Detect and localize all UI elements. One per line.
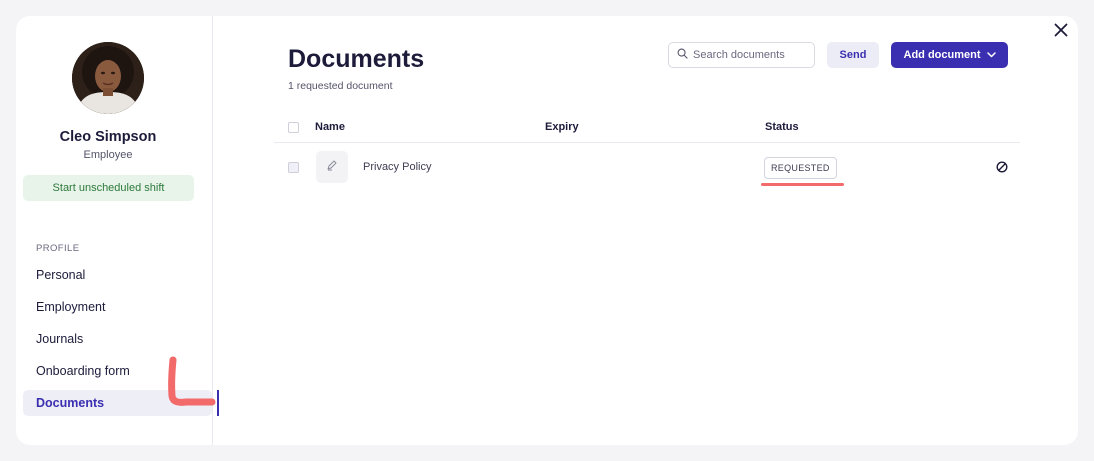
send-button[interactable]: Send — [827, 42, 879, 68]
add-document-button[interactable]: Add document — [891, 42, 1008, 68]
page-subtitle: 1 requested document — [288, 80, 393, 92]
profile-modal: Cleo Simpson Employee Start unscheduled … — [16, 16, 1078, 445]
chevron-down-icon — [986, 49, 996, 61]
add-document-label: Add document — [903, 49, 981, 61]
profile-section-label: PROFILE — [36, 243, 80, 254]
close-icon[interactable] — [1050, 19, 1072, 41]
column-header-status[interactable]: Status — [765, 121, 799, 133]
page-title: Documents — [288, 45, 425, 73]
search-icon — [677, 46, 688, 64]
sidebar-item-personal[interactable]: Personal — [23, 262, 212, 288]
row-checkbox[interactable] — [288, 162, 299, 173]
search-box[interactable] — [668, 42, 815, 68]
document-name[interactable]: Privacy Policy — [363, 161, 431, 173]
annotation-underline — [761, 183, 844, 186]
status-badge: REQUESTED — [764, 157, 837, 179]
sidebar-item-employment[interactable]: Employment — [23, 294, 212, 320]
signature-icon — [326, 158, 338, 176]
user-role: Employee — [83, 149, 133, 161]
avatar — [72, 42, 144, 114]
user-name: Cleo Simpson — [59, 129, 157, 145]
annotation-mark — [168, 356, 216, 406]
search-input[interactable] — [693, 49, 811, 61]
select-all-checkbox[interactable] — [288, 122, 299, 133]
column-header-name[interactable]: Name — [315, 121, 345, 133]
document-thumbnail — [316, 151, 348, 183]
sidebar-item-journals[interactable]: Journals — [23, 326, 212, 352]
column-header-expiry[interactable]: Expiry — [545, 121, 579, 133]
table-header-divider — [274, 142, 1020, 143]
block-icon[interactable] — [995, 160, 1009, 174]
start-shift-button[interactable]: Start unscheduled shift — [23, 175, 194, 201]
